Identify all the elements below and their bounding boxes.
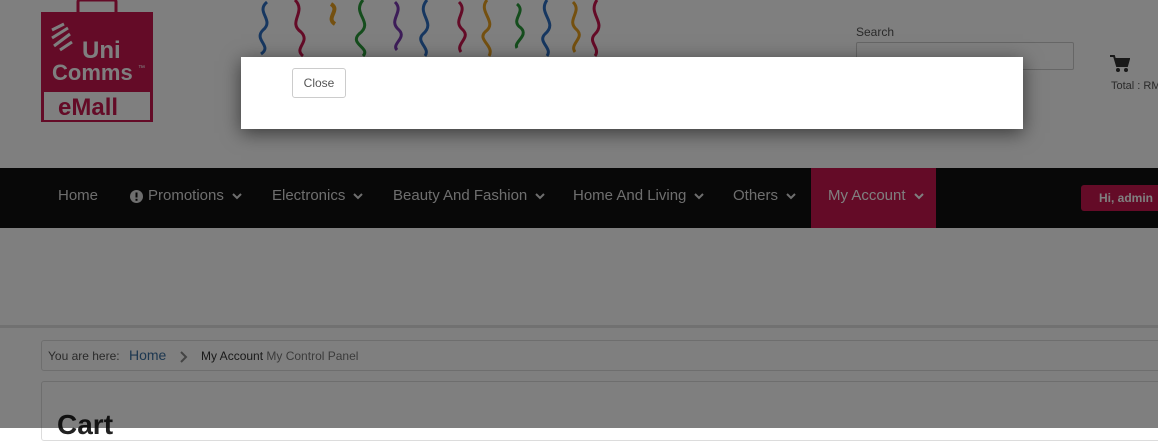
modal-dialog: Close <box>241 57 1023 129</box>
close-button[interactable]: Close <box>292 68 346 98</box>
page: Uni Comms ™ eMall Search Total : RM Home <box>0 0 1158 441</box>
